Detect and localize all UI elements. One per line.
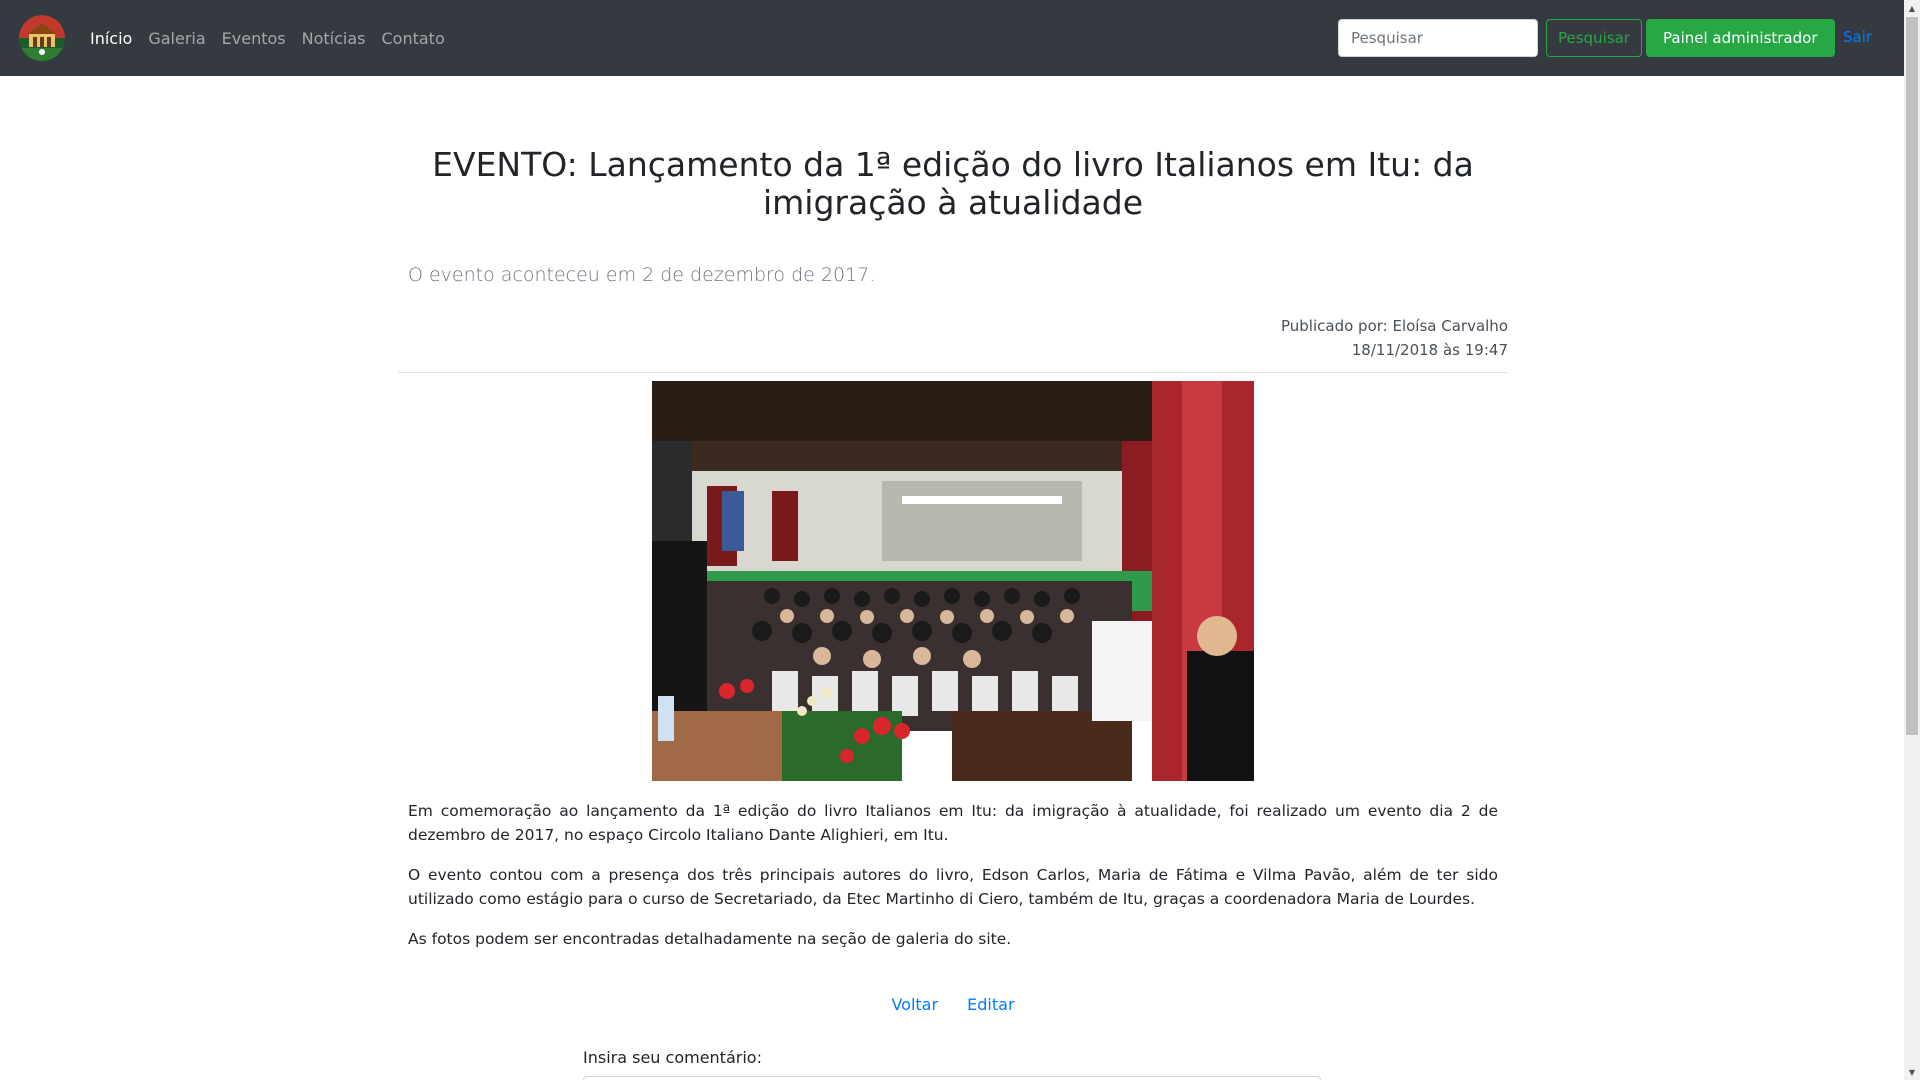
nav-link-inicio[interactable]: Início — [90, 29, 132, 48]
post-paragraph: As fotos podem ser encontradas detalhada… — [408, 929, 1012, 948]
post-title: EVENTO: Lançamento da 1ª edição do livro… — [432, 145, 1474, 222]
page-scrollbar[interactable]: ▲ ▼ — [1904, 0, 1920, 1080]
logout-link[interactable]: Sair — [1843, 28, 1872, 46]
post-body: Em comemoração ao lançamento da 1ª ediçã… — [398, 799, 1508, 951]
site-logo[interactable] — [19, 15, 65, 61]
post-meta: Publicado por: Eloísa Carvalho 18/11/201… — [398, 314, 1508, 362]
post-date: 18/11/2018 às 19:47 — [1351, 340, 1508, 359]
main-nav: Início Galeria Eventos Notícias Contato — [90, 0, 461, 76]
scroll-down-arrow-icon[interactable]: ▼ — [1904, 1064, 1920, 1080]
post-paragraph: O evento contou com a presença dos três … — [408, 865, 1498, 908]
post-image — [652, 380, 1254, 781]
nav-link-eventos[interactable]: Eventos — [222, 29, 286, 48]
comment-textarea[interactable] — [583, 1076, 1321, 1080]
nav-link-contato[interactable]: Contato — [382, 29, 445, 48]
post-content: EVENTO: Lançamento da 1ª edição do livro… — [398, 76, 1508, 1014]
event-photo-icon — [652, 380, 1254, 781]
post-actions: Voltar Editar — [398, 995, 1508, 1014]
nav-link-noticias[interactable]: Notícias — [302, 29, 366, 48]
post-author: Publicado por: Eloísa Carvalho — [1281, 316, 1508, 335]
logo-emblem-icon — [19, 15, 65, 61]
edit-link[interactable]: Editar — [967, 995, 1014, 1014]
nav-link-galeria[interactable]: Galeria — [148, 29, 205, 48]
post-paragraph: Em comemoração ao lançamento da 1ª ediçã… — [408, 801, 1498, 844]
admin-panel-button[interactable]: Painel administrador — [1646, 19, 1835, 57]
post-subtitle: O evento aconteceu em 2 de dezembro de 2… — [408, 263, 876, 286]
search-form: Pesquisar — [1338, 19, 1642, 57]
divider — [398, 371, 1508, 373]
comment-label: Insira seu comentário: — [583, 1048, 762, 1067]
back-link[interactable]: Voltar — [891, 995, 938, 1014]
search-button[interactable]: Pesquisar — [1546, 19, 1642, 57]
scroll-thumb[interactable] — [1906, 17, 1918, 735]
search-input[interactable] — [1338, 19, 1538, 57]
top-navbar: Início Galeria Eventos Notícias Contato … — [0, 0, 1904, 76]
scroll-up-arrow-icon[interactable]: ▲ — [1904, 0, 1920, 16]
